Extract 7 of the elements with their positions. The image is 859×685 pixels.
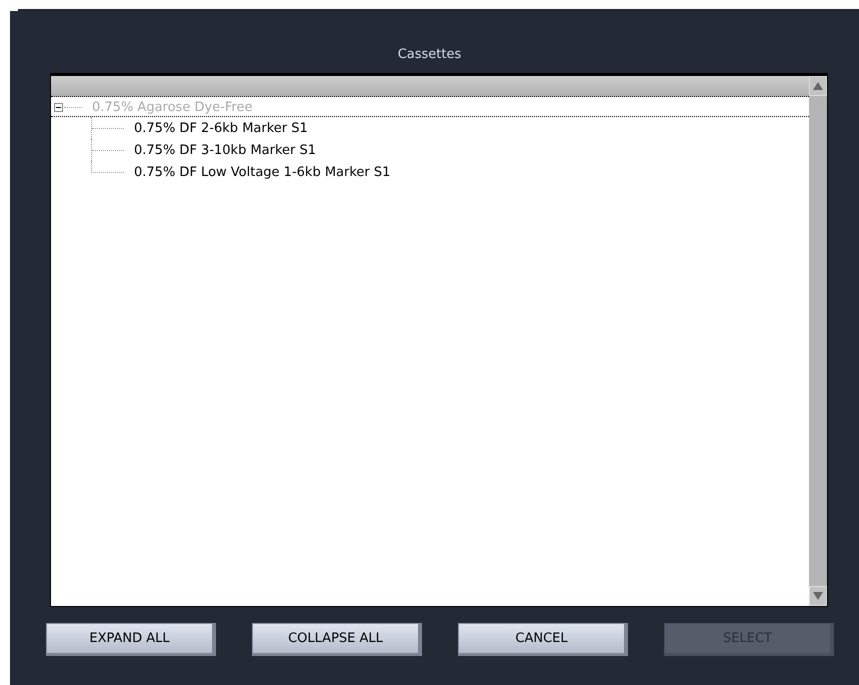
dialog-button[interactable]: EXPAND ALL (46, 623, 216, 656)
scrollbar[interactable] (809, 76, 827, 606)
scroll-down-icon[interactable] (809, 586, 827, 606)
dialog-button[interactable]: CANCEL (458, 623, 628, 656)
dialog-title: Cassettes (396, 47, 462, 64)
dialog-button[interactable]: COLLAPSE ALL (252, 623, 422, 656)
scroll-up-icon[interactable] (809, 76, 827, 96)
